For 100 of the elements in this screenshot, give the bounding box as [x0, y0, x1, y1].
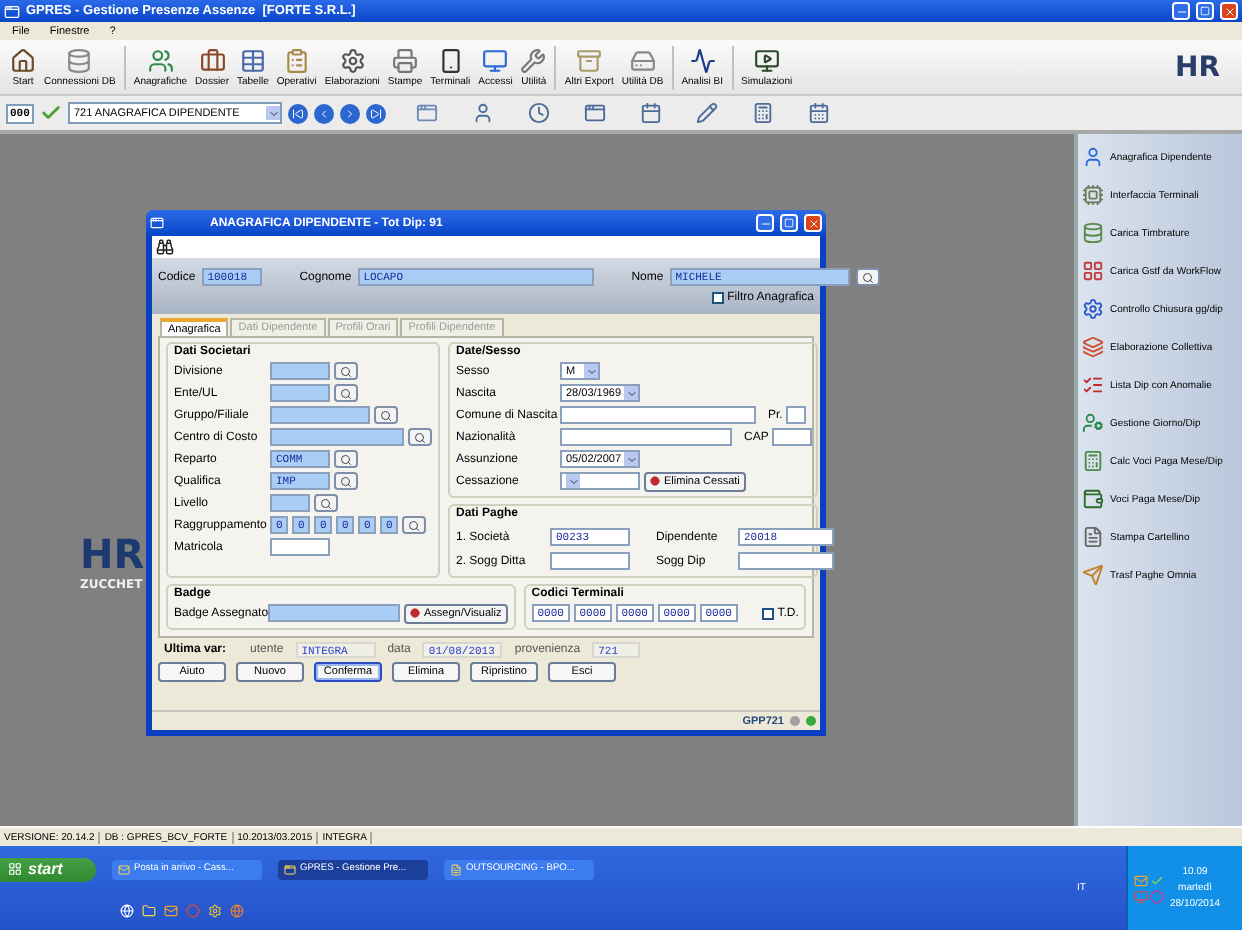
status-light-icon [790, 716, 800, 726]
calendar-icon [639, 102, 661, 124]
search-icon [320, 497, 332, 509]
text-field[interactable] [786, 406, 807, 424]
caret-icon [266, 106, 280, 120]
folder-icon[interactable] [142, 904, 156, 919]
close-icon [1223, 5, 1235, 17]
minimize-button[interactable] [1172, 2, 1190, 20]
caret-icon [584, 364, 598, 378]
maximize-button[interactable] [780, 214, 798, 232]
table-icon [239, 47, 266, 73]
search-icon [408, 519, 420, 531]
text-field[interactable] [270, 362, 330, 380]
text-field[interactable] [270, 406, 370, 424]
drive-icon [629, 47, 656, 73]
search-button[interactable] [334, 472, 358, 490]
send-icon [1082, 564, 1104, 586]
first-button[interactable] [288, 103, 308, 123]
mail-icon [118, 863, 130, 876]
calendar-icon [807, 102, 829, 124]
checkbox[interactable] [761, 607, 774, 619]
text-field[interactable] [268, 604, 400, 622]
text-field[interactable] [738, 552, 834, 570]
caret-icon [624, 452, 638, 466]
record-icon [410, 608, 420, 618]
status-light-icon [806, 716, 816, 726]
close-button[interactable] [804, 214, 822, 232]
text-field[interactable] [560, 428, 732, 446]
logo-mark: HR [80, 534, 145, 574]
first-icon [292, 107, 304, 119]
window-icon [284, 863, 296, 876]
maximize-icon [784, 218, 794, 228]
stop-icon [650, 476, 660, 486]
text-field[interactable] [550, 552, 630, 570]
search-icon [340, 365, 352, 377]
text-field[interactable] [270, 538, 330, 556]
house-icon [10, 47, 36, 73]
caret-icon [566, 474, 580, 488]
binoculars-icon[interactable] [156, 238, 174, 256]
gear-icon [1082, 298, 1104, 320]
document-icon [450, 863, 462, 876]
previous-icon [318, 107, 330, 119]
close-button[interactable] [1220, 2, 1238, 20]
calculator-icon [751, 102, 773, 124]
app-icon [4, 3, 20, 19]
window-icon [583, 102, 605, 124]
text-field[interactable] [270, 384, 330, 402]
minimize-icon [759, 217, 771, 229]
search-button[interactable] [408, 428, 432, 446]
printer-icon [392, 47, 419, 73]
search-button[interactable] [334, 362, 358, 380]
briefcase-icon [199, 47, 226, 73]
search-button[interactable] [374, 406, 398, 424]
person-icon [471, 102, 493, 124]
maximize-button[interactable] [1196, 2, 1214, 20]
brand-logo: HR [1175, 51, 1220, 83]
search-button[interactable] [402, 516, 426, 534]
search-icon [340, 453, 352, 465]
search-icon [414, 431, 426, 443]
person-icon [1082, 146, 1104, 168]
wallet-icon [1082, 488, 1104, 510]
next-button[interactable] [340, 103, 360, 123]
caret-icon [624, 386, 638, 400]
clock-icon [527, 102, 549, 124]
mail-icon[interactable] [164, 904, 178, 919]
chip-icon [1082, 184, 1104, 206]
person-gear-icon [1082, 412, 1104, 434]
window-icon [415, 102, 437, 124]
checkbox[interactable] [711, 292, 724, 304]
gear-icon [339, 47, 366, 73]
search-icon [340, 475, 352, 487]
minimize-button[interactable] [756, 214, 774, 232]
minimize-icon [1175, 5, 1187, 17]
database-icon [66, 47, 93, 73]
search-button[interactable] [314, 494, 338, 512]
grid-icon [1082, 260, 1104, 282]
search-icon [861, 271, 874, 283]
text-field[interactable] [270, 494, 310, 512]
archive-icon [576, 47, 603, 73]
start-button[interactable]: start [0, 857, 96, 882]
text-field[interactable] [560, 406, 756, 424]
search-button[interactable] [855, 268, 880, 286]
last-icon [370, 107, 382, 119]
check-icon[interactable] [1150, 873, 1164, 887]
last-button[interactable] [366, 103, 386, 123]
previous-button[interactable] [314, 103, 334, 123]
check-icon [40, 102, 62, 124]
dropdown[interactable] [560, 472, 640, 490]
app-icon [150, 216, 164, 230]
search-button[interactable] [334, 450, 358, 468]
text-field[interactable] [270, 428, 404, 446]
database-icon [1082, 222, 1104, 244]
search-button[interactable] [334, 384, 358, 402]
clipboard-icon [283, 47, 310, 73]
wrench-icon [520, 47, 547, 73]
maximize-icon [1200, 6, 1210, 16]
close-icon [807, 217, 819, 229]
calculator-icon [1082, 450, 1104, 472]
text-field[interactable] [772, 428, 813, 446]
gear-icon[interactable] [208, 904, 222, 919]
